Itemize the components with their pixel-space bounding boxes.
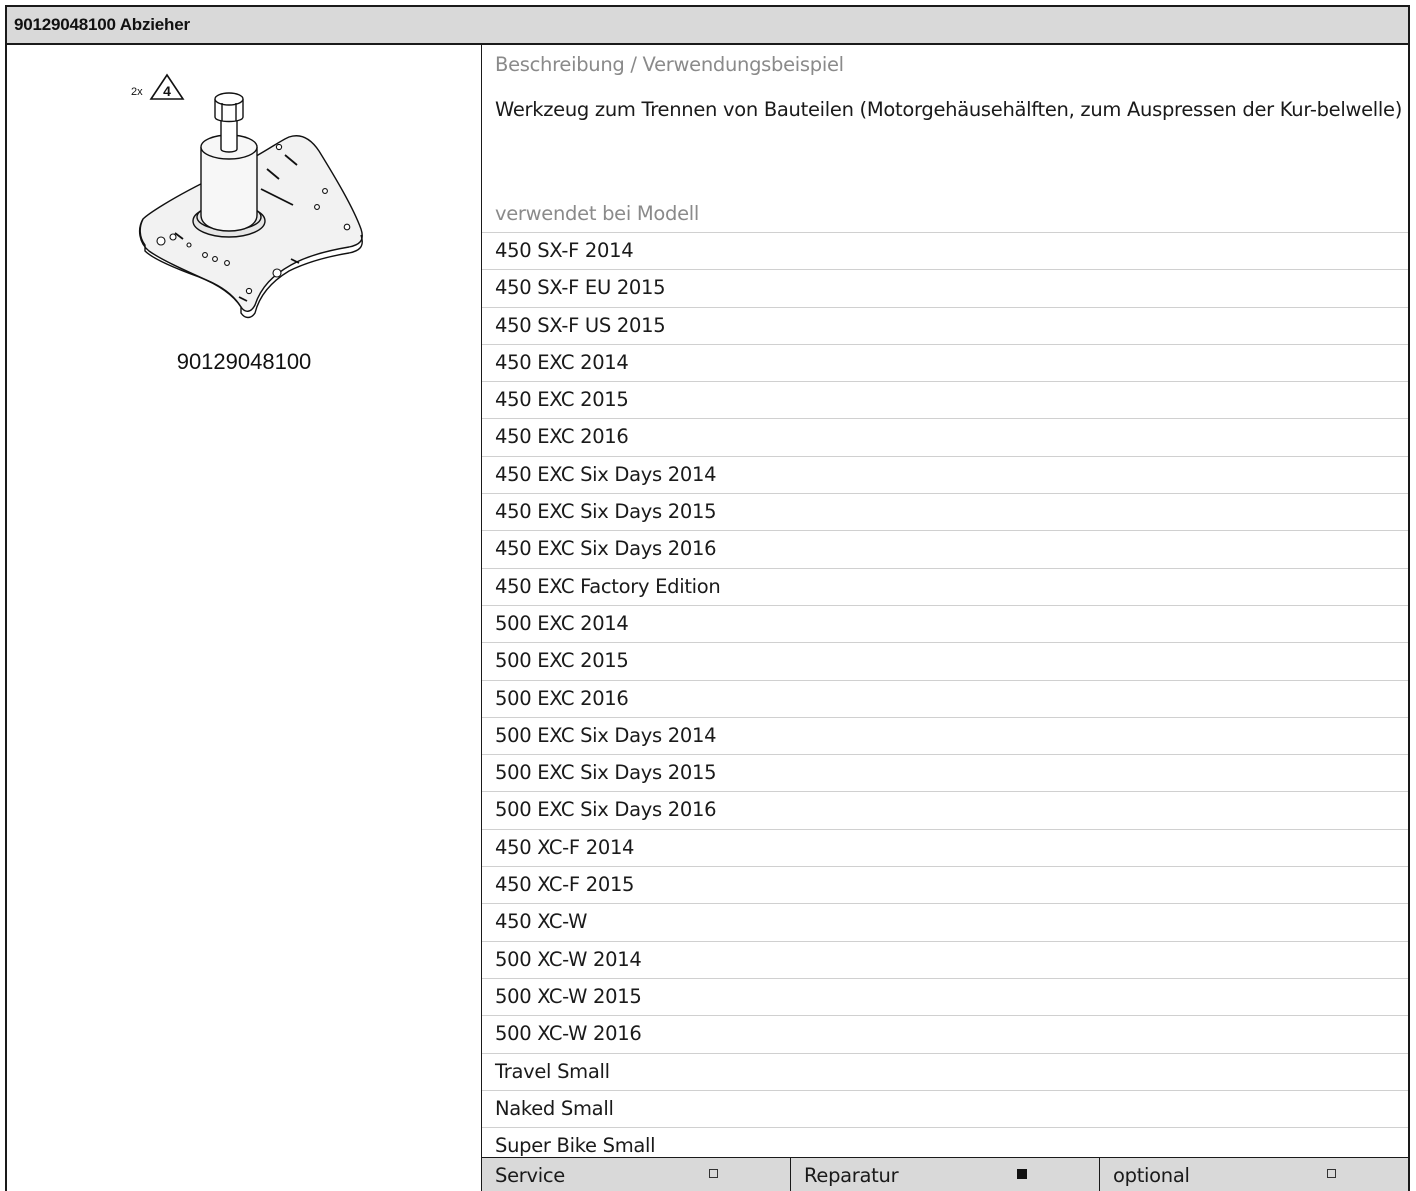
list-item: 450 SX-F 2014 bbox=[482, 232, 1408, 269]
models-label: verwendet bei Modell bbox=[495, 202, 700, 225]
list-item: Travel Small bbox=[482, 1052, 1408, 1090]
list-item: 500 XC-W 2016 bbox=[482, 1015, 1408, 1052]
list-item: 450 EXC Six Days 2016 bbox=[482, 530, 1408, 567]
list-item: 450 SX-F EU 2015 bbox=[482, 269, 1408, 306]
quantity-label: 2x bbox=[131, 86, 143, 98]
details-cell: Beschreibung / Verwendungsbeispiel Werkz… bbox=[482, 45, 1408, 1191]
list-item: 450 EXC Six Days 2014 bbox=[482, 455, 1408, 493]
usage-reparatur-label: Reparatur bbox=[804, 1164, 899, 1187]
reparatur-checkbox-icon bbox=[1017, 1169, 1027, 1179]
list-item: 500 EXC Six Days 2014 bbox=[482, 716, 1408, 754]
usage-reparatur: Reparatur bbox=[791, 1158, 1100, 1191]
list-item: Naked Small bbox=[482, 1089, 1408, 1127]
tool-sheet: 90129048100 Abzieher 2x 4 90129048100 Be… bbox=[5, 5, 1410, 1191]
list-item: 450 EXC Factory Edition bbox=[482, 567, 1408, 605]
image-cell: 2x 4 90129048100 bbox=[7, 45, 481, 1191]
list-item: 450 SX-F US 2015 bbox=[482, 306, 1408, 344]
usage-optional: optional bbox=[1100, 1158, 1408, 1191]
list-item: 450 EXC 2014 bbox=[482, 343, 1408, 381]
list-item: 450 EXC 2015 bbox=[482, 381, 1408, 418]
optional-checkbox-icon bbox=[1327, 1169, 1336, 1178]
warning-triangle-icon: 4 bbox=[149, 73, 185, 100]
model-list: 450 SX-F 2014 450 SX-F EU 2015 450 SX-F … bbox=[482, 232, 1408, 1164]
page-title: 90129048100 Abzieher bbox=[14, 15, 190, 34]
usage-service: Service bbox=[482, 1158, 791, 1191]
list-item: 450 XC-F 2014 bbox=[482, 828, 1408, 866]
list-item: 500 XC-W 2014 bbox=[482, 940, 1408, 978]
description-text: Werkzeug zum Trennen von Bauteilen (Moto… bbox=[495, 98, 1403, 121]
part-number-caption: 90129048100 bbox=[176, 349, 312, 374]
list-item: 500 EXC Six Days 2015 bbox=[482, 754, 1408, 791]
usage-optional-label: optional bbox=[1113, 1164, 1190, 1187]
list-item: 450 XC-F 2015 bbox=[482, 866, 1408, 903]
usage-bar: Service Reparatur optional bbox=[482, 1157, 1408, 1191]
service-checkbox-icon bbox=[709, 1169, 718, 1178]
list-item: 450 XC-W bbox=[482, 903, 1408, 940]
list-item: 500 EXC Six Days 2016 bbox=[482, 791, 1408, 828]
list-item: 450 EXC 2016 bbox=[482, 418, 1408, 455]
usage-service-label: Service bbox=[495, 1164, 565, 1187]
list-item: 450 EXC Six Days 2015 bbox=[482, 493, 1408, 530]
puller-tool-illustration: 2x 4 bbox=[131, 73, 363, 319]
title-bar: 90129048100 Abzieher bbox=[7, 7, 1408, 45]
warning-badge-number: 4 bbox=[163, 83, 171, 99]
list-item: 500 EXC 2015 bbox=[482, 642, 1408, 679]
list-item: 500 XC-W 2015 bbox=[482, 977, 1408, 1015]
list-item: 500 EXC 2014 bbox=[482, 604, 1408, 642]
list-item: 500 EXC 2016 bbox=[482, 679, 1408, 717]
description-label: Beschreibung / Verwendungsbeispiel bbox=[495, 53, 844, 76]
